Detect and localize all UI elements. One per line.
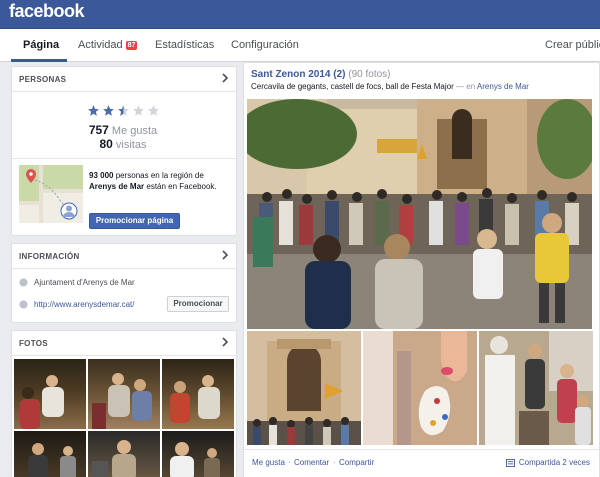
likes-summary[interactable]: 757 Me gusta — [12, 123, 234, 137]
shared-count-label: Compartida 2 veces — [518, 458, 590, 467]
comment-link[interactable]: Comentar — [294, 458, 329, 467]
globe-icon — [19, 300, 28, 309]
likes-label: Me gusta — [111, 125, 158, 137]
star-half-icon — [118, 105, 129, 116]
star-empty-icon — [133, 105, 144, 116]
action-separator: · — [288, 458, 291, 467]
region-count: 93 000 — [89, 171, 114, 180]
info-card-header[interactable]: INFORMACIÓN — [12, 244, 236, 269]
photo-thumbnail[interactable] — [88, 431, 160, 477]
info-header-label: INFORMACIÓN — [19, 252, 80, 261]
activity-count-badge: 87 — [125, 41, 138, 50]
photo-thumbnail[interactable] — [88, 359, 160, 429]
shared-count[interactable]: Compartida 2 veces — [505, 458, 590, 467]
star-full-icon — [103, 105, 114, 116]
tab-insights-label: Estadísticas — [155, 39, 215, 51]
location-link[interactable]: Arenys de Mar — [477, 82, 529, 91]
tab-insights[interactable]: Estadísticas — [155, 39, 214, 51]
photo-thumbnail[interactable] — [162, 359, 234, 429]
album-title-line: Sant Zenon 2014 (2) (90 fotos) — [251, 69, 391, 80]
photos-header-label: FOTOS — [19, 339, 48, 348]
tab-settings-label: Configuración — [231, 39, 299, 51]
visits-count: 80 — [99, 137, 113, 151]
top-bar: facebook — [0, 0, 600, 29]
region-text-part: están en Facebook. — [146, 182, 217, 191]
chevron-right-icon — [222, 73, 229, 83]
page-tab-bar: Página Actividad 87 Estadísticas Configur… — [0, 29, 600, 62]
tab-settings[interactable]: Configuración — [231, 39, 299, 51]
region-name: Arenys de Mar — [89, 182, 145, 191]
facebook-logo[interactable]: facebook — [9, 1, 85, 22]
location-prefix: — en — [456, 82, 476, 91]
info-organization-row: Ajuntament d'Arenys de Mar — [19, 278, 135, 287]
album-main-photo[interactable] — [247, 99, 592, 329]
region-map-thumbnail — [19, 165, 83, 223]
share-link[interactable]: Compartir — [339, 458, 374, 467]
photo-thumbnail[interactable] — [14, 431, 86, 477]
album-description-line: Cercavila de gegants, castell de focs, b… — [251, 82, 529, 91]
share-icon — [505, 458, 515, 467]
action-separator: · — [333, 458, 336, 467]
album-photo-thumbnail[interactable] — [363, 331, 477, 445]
album-count: (2) — [333, 69, 346, 80]
tab-page[interactable]: Página — [23, 39, 59, 51]
region-audience-text: 93 000 personas en la región de Arenys d… — [89, 170, 229, 192]
create-audience-link[interactable]: Crear público — [545, 39, 600, 51]
people-card-header[interactable]: PERSONAS — [12, 67, 236, 92]
photos-card: FOTOS — [11, 330, 237, 477]
album-photo-thumbnail[interactable] — [479, 331, 593, 445]
visits-summary[interactable]: 80 visitas — [12, 137, 234, 151]
promote-website-button[interactable]: Promocionar — [167, 296, 229, 312]
chevron-right-icon — [222, 337, 229, 347]
rating-stars — [87, 104, 160, 117]
active-tab-indicator — [11, 59, 67, 62]
info-card: INFORMACIÓN Ajuntament d'Arenys de Mar h… — [11, 243, 237, 323]
info-circle-icon — [19, 278, 28, 287]
photo-thumbnail[interactable] — [162, 431, 234, 477]
people-card: PERSONAS 757 Me gusta 80 visitas 93 000 … — [11, 66, 237, 236]
chevron-right-icon — [222, 250, 229, 260]
people-header-label: PERSONAS — [19, 75, 67, 84]
album-title-link[interactable]: Sant Zenon 2014 — [251, 69, 330, 80]
likes-count: 757 — [88, 123, 109, 137]
album-photo-count: (90 fotos) — [348, 69, 391, 80]
like-link[interactable]: Me gusta — [252, 458, 285, 467]
tab-activity-label: Actividad — [78, 39, 123, 51]
info-website-row: http://www.arenysdemar.cat/ — [19, 300, 135, 309]
album-photo-thumbnail[interactable] — [247, 331, 361, 445]
photo-thumbnail[interactable] — [14, 359, 86, 429]
album-post-card: Sant Zenon 2014 (2) (90 fotos) Cercavila… — [243, 62, 600, 477]
photos-card-header[interactable]: FOTOS — [12, 331, 236, 356]
star-empty-icon — [148, 105, 159, 116]
album-description: Cercavila de gegants, castell de focs, b… — [251, 82, 454, 91]
tab-page-label: Página — [23, 39, 60, 51]
visits-label: visitas — [115, 139, 147, 151]
website-link[interactable]: http://www.arenysdemar.cat/ — [34, 300, 135, 309]
promote-page-button[interactable]: Promocionar página — [89, 213, 180, 229]
divider — [12, 158, 236, 159]
organization-name: Ajuntament d'Arenys de Mar — [34, 278, 135, 287]
star-full-icon — [88, 105, 99, 116]
tab-activity[interactable]: Actividad 87 — [78, 39, 138, 51]
post-action-bar: Me gusta · Comentar · Compartir Comparti… — [244, 449, 599, 473]
region-text-part: personas en la región de — [115, 171, 204, 180]
